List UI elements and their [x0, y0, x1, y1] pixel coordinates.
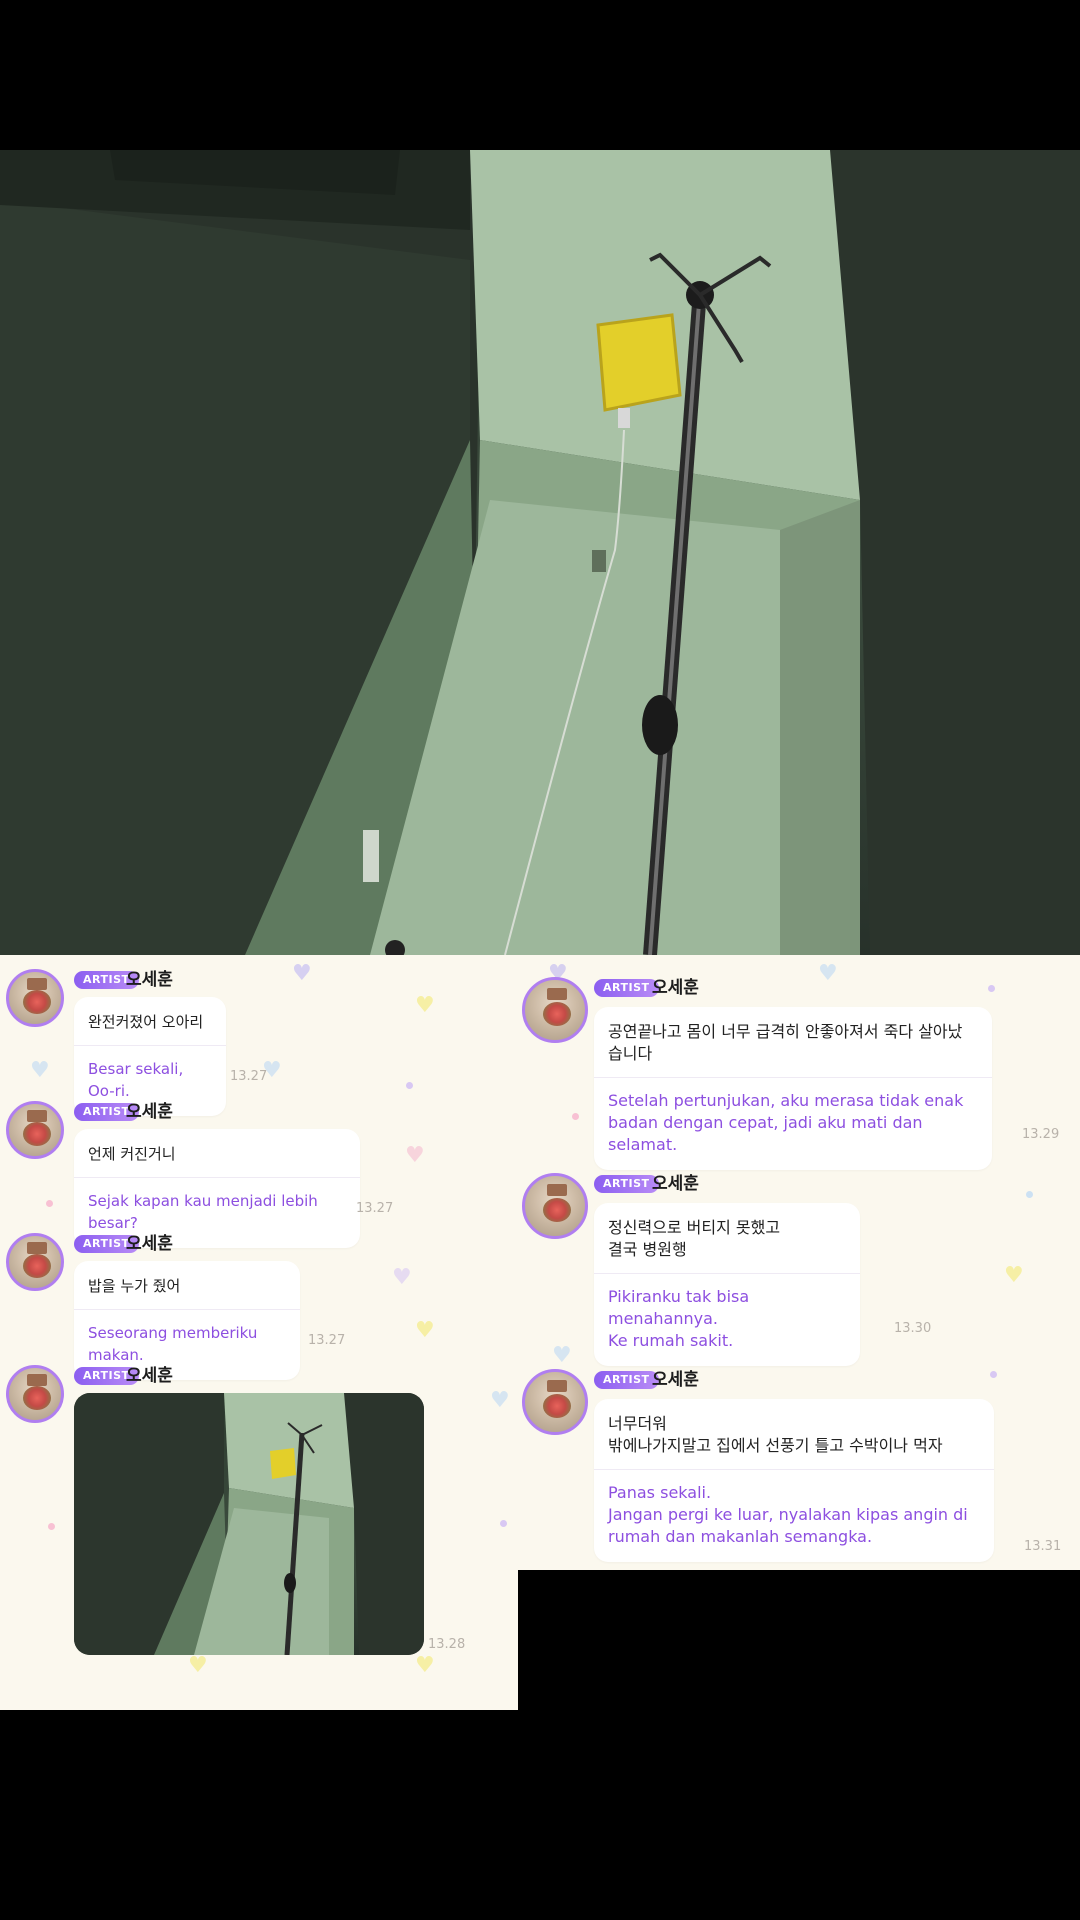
- dot-decoration: [46, 1200, 53, 1207]
- heart-decoration: ♥: [415, 1318, 435, 1343]
- message-time: 13.29: [1022, 1127, 1060, 1142]
- avatar[interactable]: [6, 1233, 64, 1291]
- message-text-korean: 너무더워 밖에나가지말고 집에서 선풍기 틀고 수박이나 먹자: [608, 1414, 943, 1455]
- avatar[interactable]: [6, 1101, 64, 1159]
- message-text-korean: 밥을 누가 줬어: [88, 1277, 181, 1295]
- iv-pole-illustration: [0, 150, 1080, 955]
- avatar[interactable]: [522, 1173, 588, 1239]
- sender-name: 오세훈: [126, 1366, 173, 1386]
- message-time: 13.28: [428, 1637, 466, 1652]
- sender-name: 오세훈: [652, 978, 699, 998]
- message-time: 13.27: [308, 1333, 346, 1348]
- sender-name: 오세훈: [126, 970, 173, 990]
- dot-decoration: [1026, 1191, 1033, 1198]
- message-bubble[interactable]: 완전커졌어 오아리 Besar sekali, Oo-ri.: [74, 997, 226, 1116]
- heart-decoration: ♥: [490, 1388, 510, 1413]
- heart-decoration: ♥: [392, 1265, 412, 1290]
- artist-badge: ARTIST: [594, 1371, 659, 1389]
- heart-decoration: ♥: [415, 1653, 435, 1678]
- heart-decoration: ♥: [30, 1058, 50, 1083]
- artist-badge: ARTIST: [594, 1175, 659, 1193]
- heart-decoration: ♥: [188, 1653, 208, 1678]
- dot-decoration: [406, 1082, 413, 1089]
- message-bubble[interactable]: 밥을 누가 줬어 Seseorang memberiku makan.: [74, 1261, 300, 1380]
- message-bubble[interactable]: 정신력으로 버티지 못했고 결국 병원행 Pikiranku tak bisa …: [594, 1203, 860, 1366]
- message-text-korean: 정신력으로 버티지 못했고 결국 병원행: [608, 1218, 781, 1259]
- avatar[interactable]: [522, 1369, 588, 1435]
- message-text-korean: 언제 커진거니: [88, 1145, 176, 1163]
- message-bubble[interactable]: 공연끝나고 몸이 너무 급격히 안좋아져서 죽다 살아났 습니다 Setelah…: [594, 1007, 992, 1170]
- message-text-korean: 완전커졌어 오아리: [88, 1013, 204, 1031]
- chat-panel-right[interactable]: ♥ ♥ ♥ ♥ ♥ ARTIST 오세훈 공연끝나고 몸이 너무 급격히 안좋아…: [518, 955, 1080, 1570]
- dot-decoration: [990, 1371, 997, 1378]
- heart-decoration: ♥: [818, 961, 838, 986]
- heart-decoration: ♥: [552, 1343, 572, 1368]
- iv-pole-thumbnail: [74, 1393, 424, 1655]
- iv-pole-photo: [0, 150, 1080, 955]
- sender-name: 오세훈: [126, 1102, 173, 1122]
- dot-decoration: [500, 1520, 507, 1527]
- dot-decoration: [572, 1113, 579, 1120]
- heart-decoration: ♥: [1004, 1263, 1024, 1288]
- message-bubble[interactable]: 언제 커진거니 Sejak kapan kau menjadi lebih be…: [74, 1129, 360, 1248]
- heart-decoration: ♥: [292, 961, 312, 986]
- message-translation: Setelah pertunjukan, aku merasa tidak en…: [608, 1091, 964, 1154]
- message-translation: Pikiranku tak bisa menahannya. Ke rumah …: [608, 1287, 750, 1350]
- sender-name: 오세훈: [652, 1174, 699, 1194]
- photo-message[interactable]: [74, 1393, 424, 1655]
- message-time: 13.30: [894, 1321, 932, 1336]
- heart-decoration: ♥: [405, 1143, 425, 1168]
- message-time: 13.27: [230, 1069, 268, 1084]
- avatar[interactable]: [522, 977, 588, 1043]
- message-translation: Panas sekali. Jangan pergi ke luar, nyal…: [608, 1483, 968, 1546]
- avatar[interactable]: [6, 1365, 64, 1423]
- sender-name: 오세훈: [652, 1370, 699, 1390]
- artist-badge: ARTIST: [594, 979, 659, 997]
- message-time: 13.27: [356, 1201, 394, 1216]
- message-bubble[interactable]: 너무더워 밖에나가지말고 집에서 선풍기 틀고 수박이나 먹자 Panas se…: [594, 1399, 994, 1562]
- avatar[interactable]: [6, 969, 64, 1027]
- sender-name: 오세훈: [126, 1234, 173, 1254]
- message-text-korean: 공연끝나고 몸이 너무 급격히 안좋아져서 죽다 살아났 습니다: [608, 1022, 963, 1063]
- chat-panel-left[interactable]: ♥ ♥ ♥ ♥ ♥ ♥ ♥ ♥ ♥ ♥ ARTIST 오세훈 완전커졌어 오아리…: [0, 955, 518, 1710]
- heart-decoration: ♥: [415, 993, 435, 1018]
- dot-decoration: [988, 985, 995, 992]
- message-time: 13.31: [1024, 1539, 1062, 1554]
- dot-decoration: [48, 1523, 55, 1530]
